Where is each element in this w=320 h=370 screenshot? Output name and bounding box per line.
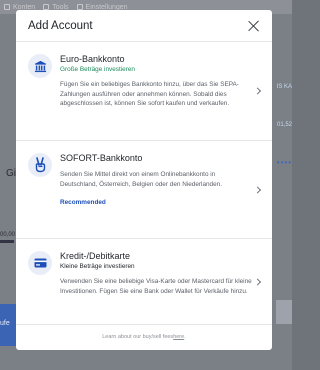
option-kredit-debitkarte[interactable]: Kredit-/Debitkarte Kleine Beträge invest… xyxy=(16,239,272,325)
background-right-amount: 01,52 xyxy=(276,122,292,128)
background-right-button xyxy=(276,300,292,324)
credit-card-icon xyxy=(28,251,52,275)
fees-footer: Learn about our buy/sell fees here . xyxy=(16,324,272,350)
option-euro-bankkonto[interactable]: Euro-Bankkonto Große Beträge investieren… xyxy=(16,42,272,141)
option-description: Verwenden Sie eine beliebige Visa-Karte … xyxy=(60,278,252,295)
background-left-amount: 00,00 xyxy=(0,232,16,238)
chevron-right-icon xyxy=(253,277,262,286)
option-title: Kredit-/Debitkarte xyxy=(60,251,131,261)
option-description: Fügen Sie ein beliebiges Bankkonto hinzu… xyxy=(60,81,239,108)
chevron-right-icon xyxy=(253,87,262,95)
option-description: Senden Sie Mittel direkt von einem Onlin… xyxy=(60,171,222,188)
background-buy-button: ufe xyxy=(0,304,16,346)
option-sofort-bankkonto[interactable]: SOFORT-Bankkonto Senden Sie Mittel direk… xyxy=(16,141,272,239)
background-left-heading: Gi xyxy=(6,168,16,179)
footer-end: . xyxy=(184,334,186,340)
modal-title: Add Account xyxy=(28,19,93,32)
recommended-badge: Recommended xyxy=(60,199,106,207)
option-body: Euro-Bankkonto Große Beträge investieren… xyxy=(60,54,252,130)
option-body: Kredit-/Debitkarte Kleine Beträge invest… xyxy=(60,251,252,314)
fees-link[interactable]: here xyxy=(173,334,184,340)
bank-icon xyxy=(28,54,52,78)
option-title: SOFORT-Bankkonto xyxy=(60,153,143,163)
add-account-modal: Add Account Euro-Bankkonto Große Beträge… xyxy=(16,10,272,350)
background-progress-bar xyxy=(0,240,14,243)
footer-text: Learn about our buy/sell fees xyxy=(102,334,174,340)
background-right-dots: •••• xyxy=(276,158,292,167)
chevron-right-icon xyxy=(253,185,262,194)
option-subtitle: Kleine Beträge investieren xyxy=(60,263,135,270)
option-subtitle: Große Beträge investieren xyxy=(60,66,135,73)
option-body: SOFORT-Bankkonto Senden Sie Mittel direk… xyxy=(60,153,252,228)
peace-hand-icon xyxy=(28,153,52,177)
close-icon[interactable] xyxy=(248,20,260,32)
wallet-icon xyxy=(4,4,10,10)
option-title: Euro-Bankkonto xyxy=(60,54,125,64)
modal-header: Add Account xyxy=(16,10,272,42)
background-right-label: IS KA xyxy=(276,84,292,90)
